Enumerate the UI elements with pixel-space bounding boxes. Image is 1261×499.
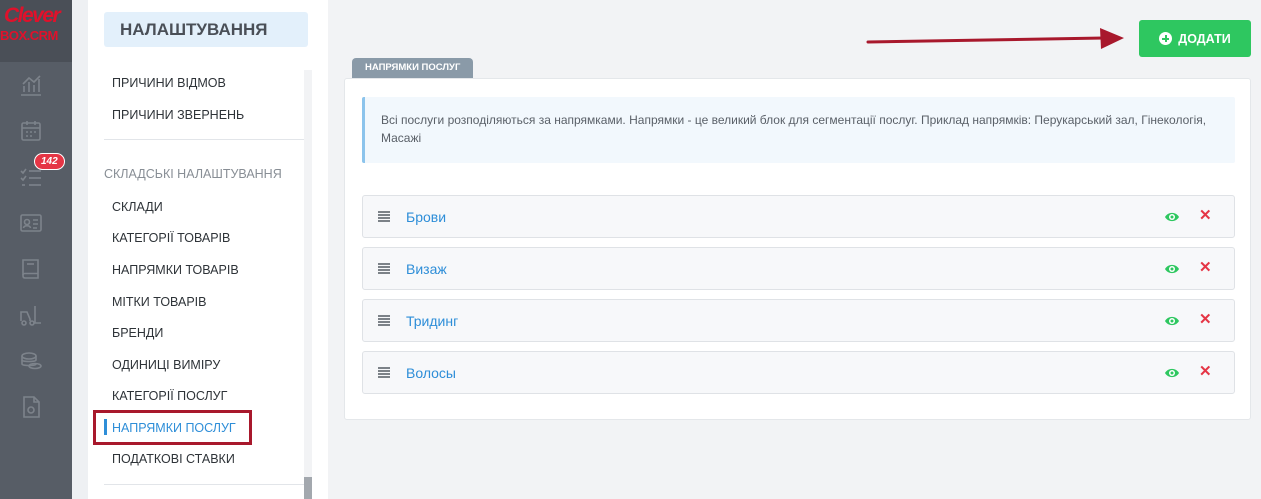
sidebar-item-product-directions[interactable]: НАПРЯМКИ ТОВАРІВ	[112, 263, 239, 277]
sidebar-item-product-tags[interactable]: МІТКИ ТОВАРІВ	[112, 295, 206, 309]
forklift-icon[interactable]	[18, 302, 44, 328]
analytics-icon[interactable]	[18, 72, 44, 98]
eye-icon[interactable]	[1164, 262, 1180, 276]
contacts-card-icon[interactable]	[18, 210, 44, 236]
direction-name[interactable]: Брови	[406, 209, 446, 225]
drag-handle-icon[interactable]	[378, 263, 390, 274]
sidebar-group-warehouse: СКЛАДСЬКІ НАЛАШТУВАННЯ	[104, 167, 282, 181]
sidebar-item-service-categories[interactable]: КАТЕГОРІЇ ПОСЛУГ	[112, 389, 227, 403]
direction-name[interactable]: Волосы	[406, 365, 456, 381]
sidebar-scrollbar-thumb[interactable]	[304, 477, 312, 499]
delete-icon[interactable]: ✕	[1199, 364, 1212, 380]
sidebar-item-brands[interactable]: БРЕНДИ	[112, 326, 163, 340]
eye-icon[interactable]	[1164, 210, 1180, 224]
layout-gap	[72, 0, 88, 499]
drag-handle-icon[interactable]	[378, 367, 390, 378]
sidebar-scrollbar-track[interactable]	[304, 70, 312, 499]
direction-row[interactable]: Брови ✕	[362, 195, 1235, 238]
direction-name[interactable]: Визаж	[406, 261, 447, 277]
sidebar-item-rejection-reasons[interactable]: ПРИЧИНИ ВІДМОВ	[112, 76, 226, 90]
sidebar-title: НАЛАШТУВАННЯ	[104, 12, 308, 47]
direction-row[interactable]: Визаж ✕	[362, 247, 1235, 290]
sidebar-divider	[104, 139, 304, 140]
add-button-label: ДОДАТИ	[1178, 31, 1231, 46]
sidebar-item-tax-rates[interactable]: ПОДАТКОВІ СТАВКИ	[112, 452, 235, 466]
direction-row[interactable]: Волосы ✕	[362, 351, 1235, 394]
main-content: ДОДАТИ НАПРЯМКИ ПОСЛУГ Всі послуги розпо…	[328, 0, 1261, 499]
plus-circle-icon	[1159, 32, 1173, 45]
drag-handle-icon[interactable]	[378, 211, 390, 222]
document-icon[interactable]	[18, 394, 44, 420]
book-icon[interactable]	[18, 256, 44, 282]
add-button[interactable]: ДОДАТИ	[1139, 20, 1251, 57]
delete-icon[interactable]: ✕	[1199, 312, 1212, 328]
section-tab: НАПРЯМКИ ПОСЛУГ	[352, 58, 474, 78]
sidebar-item-warehouses[interactable]: СКЛАДИ	[112, 200, 163, 214]
active-indicator	[104, 419, 107, 435]
calendar-icon[interactable]	[18, 118, 44, 144]
logo-subtext: BOX.CRM	[0, 28, 58, 43]
arrow-annotation	[866, 28, 1124, 49]
eye-icon[interactable]	[1164, 314, 1180, 328]
sidebar-item-request-reasons[interactable]: ПРИЧИНИ ЗВЕРНЕНЬ	[112, 108, 244, 122]
directions-card: Всі послуги розподіляються за напрямками…	[344, 78, 1251, 420]
sidebar-item-service-directions[interactable]: НАПРЯМКИ ПОСЛУГ	[112, 421, 236, 435]
eye-icon[interactable]	[1164, 366, 1180, 380]
brand-logo[interactable]: Clever BOX.CRM	[0, 0, 72, 62]
direction-row[interactable]: Тридинг ✕	[362, 299, 1235, 342]
drag-handle-icon[interactable]	[378, 315, 390, 326]
delete-icon[interactable]: ✕	[1199, 208, 1212, 224]
coins-icon[interactable]	[18, 348, 44, 374]
sidebar-divider	[104, 484, 304, 485]
info-alert: Всі послуги розподіляються за напрямками…	[362, 97, 1235, 163]
icon-rail: Clever BOX.CRM 142	[0, 0, 72, 499]
sidebar-item-units[interactable]: ОДИНИЦІ ВИМІРУ	[112, 358, 220, 372]
logo-text: Clever	[4, 4, 61, 27]
tasks-badge: 142	[34, 153, 65, 170]
direction-name[interactable]: Тридинг	[406, 313, 458, 329]
sidebar-item-product-categories[interactable]: КАТЕГОРІЇ ТОВАРІВ	[112, 231, 230, 245]
delete-icon[interactable]: ✕	[1199, 260, 1212, 276]
settings-sidebar: НАЛАШТУВАННЯ ПРИЧИНИ ВІДМОВ ПРИЧИНИ ЗВЕР…	[88, 0, 328, 499]
